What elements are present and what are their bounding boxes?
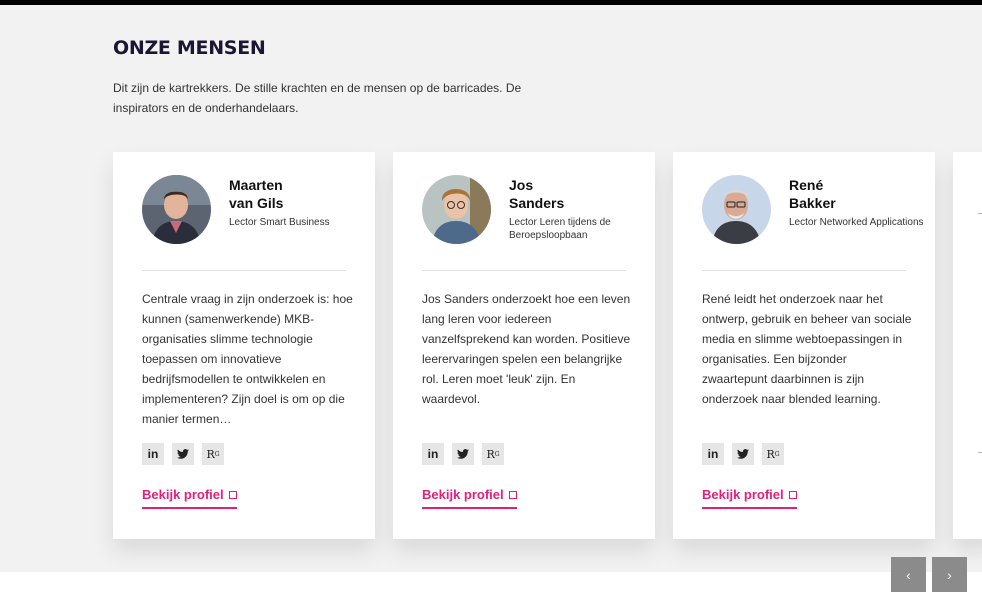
- divider: [702, 270, 906, 271]
- last-name: Bakker: [789, 195, 836, 211]
- social-links: in RG: [422, 443, 504, 465]
- social-links: in RG: [702, 443, 784, 465]
- twitter-icon[interactable]: [452, 443, 474, 465]
- researchgate-icon[interactable]: RG: [482, 443, 504, 465]
- rg-label: R: [486, 447, 495, 461]
- first-name: Maarten: [229, 177, 283, 193]
- person-card: Jos Sanders Lector Leren tijdens de Bero…: [393, 152, 655, 539]
- rg-label: R: [766, 447, 775, 461]
- person-name: René Bakker: [789, 176, 919, 212]
- social-links: in RG: [142, 443, 224, 465]
- link-label: Bekijk profiel: [422, 487, 504, 502]
- person-card: Maarten van Gils Lector Smart Business C…: [113, 152, 375, 539]
- rg-sup: G: [774, 450, 780, 458]
- divider: [422, 270, 626, 271]
- peek-line: [978, 452, 982, 453]
- rg-label: R: [206, 447, 215, 461]
- view-profile-link[interactable]: Bekijk profiel: [142, 487, 237, 509]
- divider: [142, 270, 346, 271]
- external-link-icon: [788, 490, 797, 499]
- footer: [0, 572, 982, 609]
- external-link-icon: [508, 490, 517, 499]
- person-role: Lector Networked Applications: [789, 217, 924, 228]
- person-description: René leidt het onderzoek naar het ontwer…: [702, 292, 912, 406]
- person-description: Centrale vraag in zijn onderzoek is: hoe…: [142, 292, 353, 426]
- section-title: ONZE MENSEN: [113, 37, 266, 59]
- researchgate-icon[interactable]: RG: [762, 443, 784, 465]
- person-role: Lector Smart Business: [229, 217, 330, 228]
- view-profile-link[interactable]: Bekijk profiel: [422, 487, 517, 509]
- researchgate-icon[interactable]: RG: [202, 443, 224, 465]
- rg-sup: G: [214, 450, 220, 458]
- carousel-next-button[interactable]: ›: [932, 557, 967, 592]
- next-person-card-peek[interactable]: [953, 152, 982, 539]
- section-intro: Dit zijn de kartrekkers. De stille krach…: [113, 81, 522, 115]
- person-name: Jos Sanders: [509, 176, 639, 212]
- link-label: Bekijk profiel: [702, 487, 784, 502]
- last-name: van Gils: [229, 195, 284, 211]
- twitter-icon[interactable]: [732, 443, 754, 465]
- rg-sup: G: [494, 450, 500, 458]
- people-section: ONZE MENSEN Dit zijn de kartrekkers. De …: [0, 5, 982, 572]
- person-card: René Bakker Lector Networked Application…: [673, 152, 935, 539]
- avatar: [422, 175, 491, 244]
- carousel-prev-button[interactable]: ‹: [891, 557, 926, 592]
- first-name: René: [789, 177, 824, 193]
- person-description: Jos Sanders onderzoekt hoe een leven lan…: [422, 292, 631, 406]
- external-link-icon: [228, 490, 237, 499]
- linkedin-icon[interactable]: in: [702, 443, 724, 465]
- link-label: Bekijk profiel: [142, 487, 224, 502]
- view-profile-link[interactable]: Bekijk profiel: [702, 487, 797, 509]
- avatar: [702, 175, 771, 244]
- page: ONZE MENSEN Dit zijn de kartrekkers. De …: [0, 5, 982, 609]
- linkedin-icon[interactable]: in: [142, 443, 164, 465]
- first-name: Jos: [509, 177, 534, 193]
- avatar: [142, 175, 211, 244]
- last-name: Sanders: [509, 195, 565, 211]
- linkedin-icon[interactable]: in: [422, 443, 444, 465]
- person-role: Lector Leren tijdens de Beroepsloopbaan: [509, 217, 611, 241]
- twitter-icon[interactable]: [172, 443, 194, 465]
- person-name: Maarten van Gils: [229, 176, 359, 212]
- peek-line: [978, 213, 982, 214]
